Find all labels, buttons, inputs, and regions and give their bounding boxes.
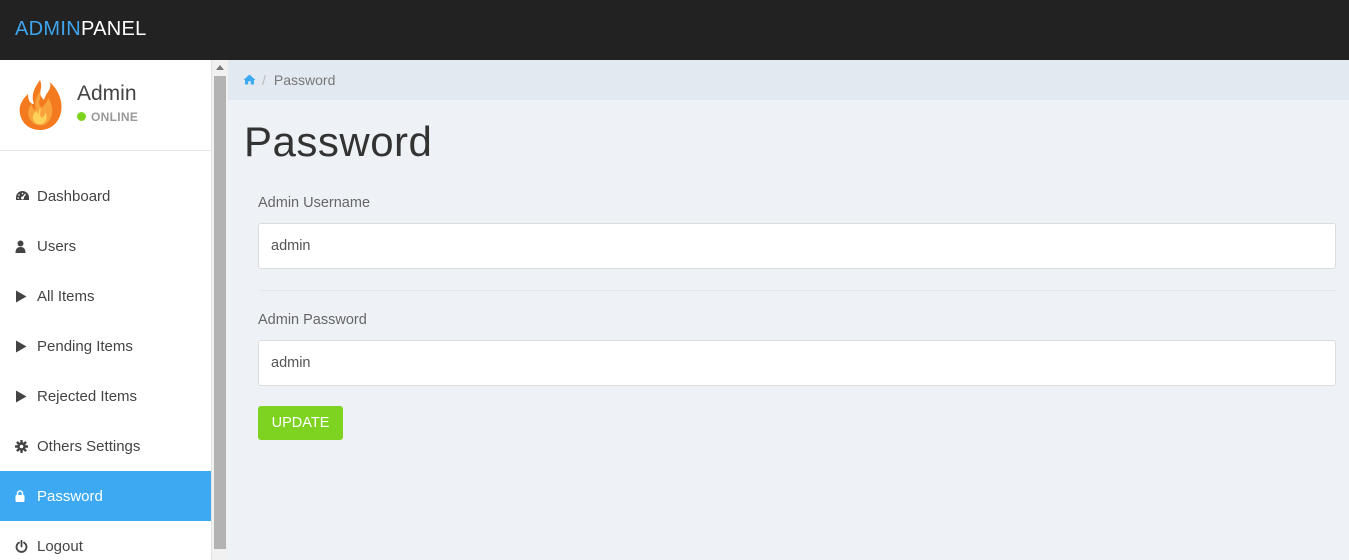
sidebar-item-all-items[interactable]: All Items (0, 271, 211, 321)
sidebar-item-dashboard[interactable]: Dashboard (0, 171, 211, 221)
flame-avatar-icon (19, 80, 62, 130)
top-navbar: ADMINPANEL (0, 0, 1349, 60)
password-label: Admin Password (258, 312, 367, 328)
sidebar-item-logout[interactable]: Logout (0, 521, 211, 560)
play-icon (15, 389, 31, 403)
sidebar-item-label: All Items (37, 287, 95, 305)
online-status-text: ONLINE (91, 110, 139, 124)
sidebar-item-password[interactable]: Password (0, 471, 211, 521)
sidebar: Admin ONLINE Dashboard Users All Items P… (0, 60, 211, 560)
breadcrumb-current: Password (273, 72, 336, 88)
brand-part-admin: ADMIN (15, 18, 81, 40)
breadcrumb: / Password (228, 60, 1349, 100)
sidebar-item-label: Rejected Items (37, 387, 138, 405)
password-input[interactable] (258, 340, 1336, 386)
update-button[interactable]: UPDATE (258, 406, 343, 440)
sidebar-nav: Dashboard Users All Items Pending Items … (0, 171, 211, 560)
profile-name: Admin (77, 82, 137, 105)
sidebar-item-label: Logout (37, 537, 83, 555)
brand-logo[interactable]: ADMINPANEL (15, 17, 147, 41)
online-status: ONLINE (77, 110, 138, 124)
home-icon[interactable] (243, 72, 256, 88)
sidebar-item-label: Dashboard (37, 187, 111, 205)
user-icon (15, 239, 31, 253)
play-icon (15, 289, 31, 303)
online-dot-icon (77, 112, 86, 121)
dashboard-icon (15, 189, 31, 203)
sidebar-item-rejected-items[interactable]: Rejected Items (0, 371, 211, 421)
sidebar-item-users[interactable]: Users (0, 221, 211, 271)
username-label: Admin Username (258, 195, 371, 211)
gear-icon (15, 439, 31, 453)
avatar (14, 78, 66, 132)
sidebar-item-pending-items[interactable]: Pending Items (0, 321, 211, 371)
brand-part-panel: PANEL (80, 18, 147, 40)
sidebar-item-label: Pending Items (37, 337, 133, 355)
scroll-thumb[interactable] (214, 76, 226, 549)
sidebar-item-others-settings[interactable]: Others Settings (0, 421, 211, 471)
sidebar-item-label: Password (37, 487, 103, 505)
sidebar-item-label: Others Settings (37, 437, 141, 455)
scroll-up-arrow-icon[interactable] (216, 65, 224, 70)
lock-icon (15, 489, 31, 503)
form-divider (258, 290, 1336, 291)
play-icon (15, 339, 31, 353)
page-title: Password (244, 118, 433, 165)
user-profile: Admin ONLINE (0, 60, 211, 151)
breadcrumb-separator: / (262, 72, 266, 88)
username-input[interactable] (258, 223, 1336, 269)
sidebar-scrollbar[interactable] (211, 60, 228, 560)
sidebar-item-label: Users (37, 237, 77, 255)
power-icon (15, 539, 31, 553)
